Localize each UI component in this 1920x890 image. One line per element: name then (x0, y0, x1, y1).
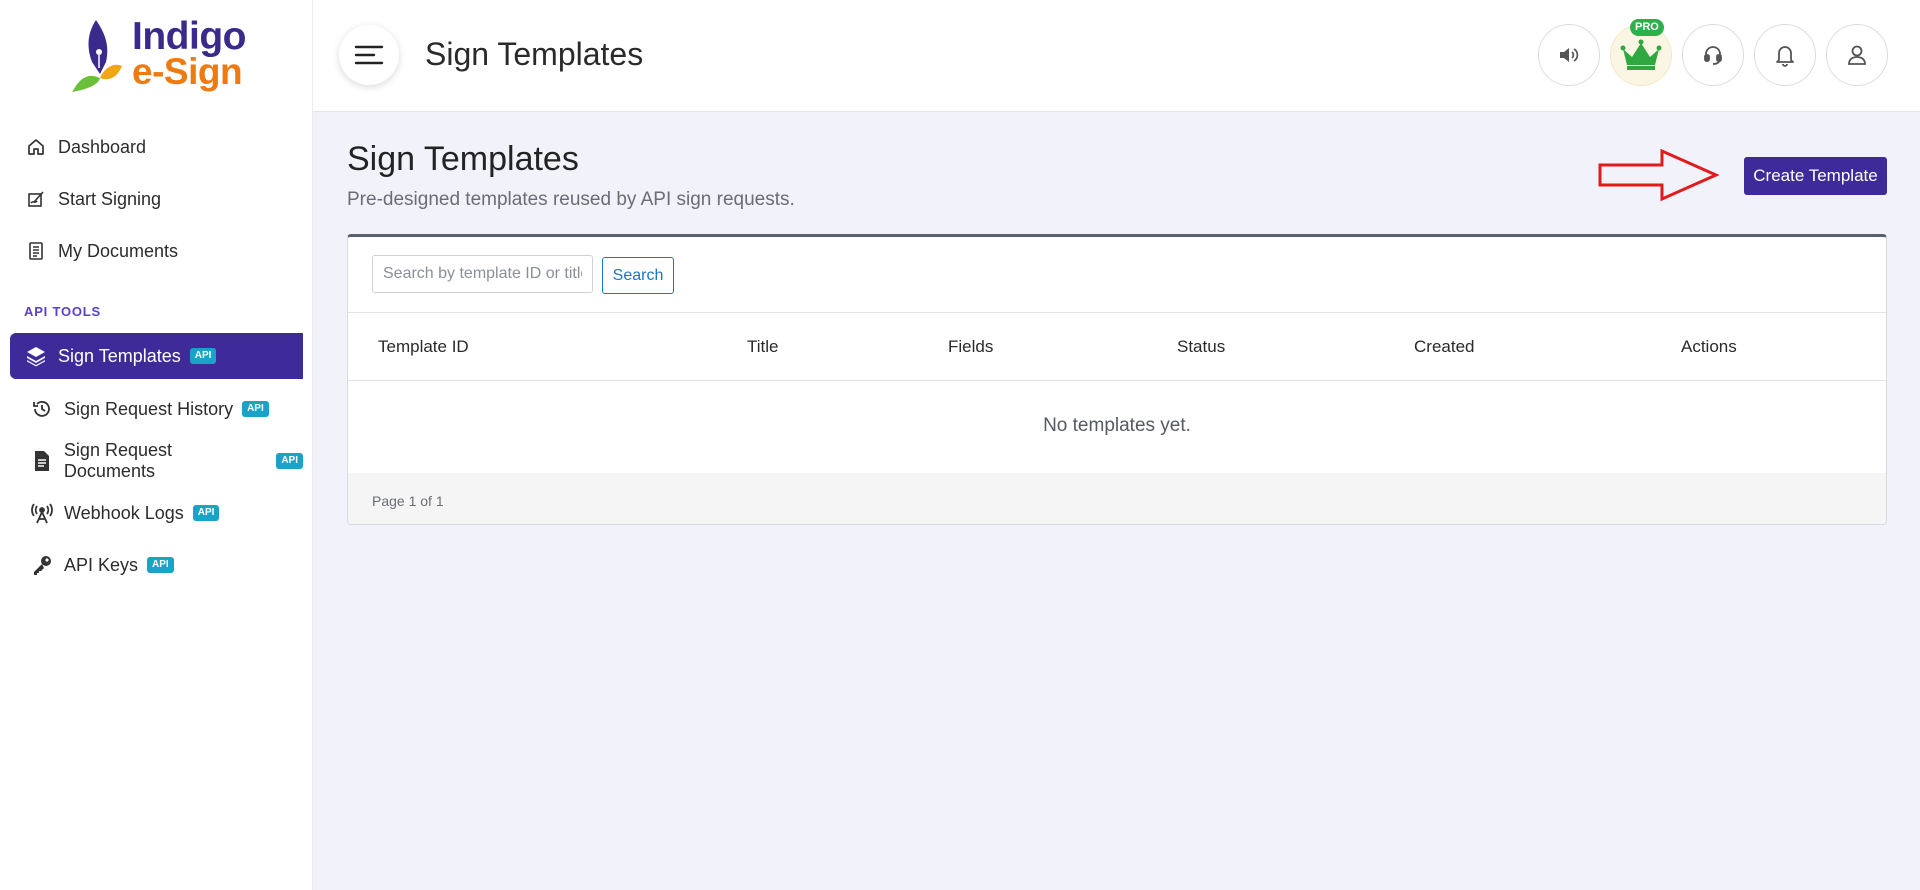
api-badge: API (242, 401, 269, 417)
menu-toggle-button[interactable] (339, 25, 399, 85)
document-icon (24, 239, 48, 263)
column-header-created: Created (1414, 337, 1475, 356)
api-badge: API (189, 348, 217, 364)
create-template-button[interactable]: Create Template (1744, 157, 1887, 195)
api-badge: API (276, 453, 303, 469)
sidebar-item-sign-request-history[interactable]: Sign Request History API (10, 386, 303, 432)
sidebar-item-sign-request-documents[interactable]: Sign Request Documents API (10, 438, 303, 484)
column-header-title: Title (747, 337, 779, 356)
column-header-status: Status (1177, 337, 1226, 356)
headset-icon (1704, 46, 1722, 65)
brand-name-line1: Indigo (132, 15, 246, 58)
api-badge: API (147, 557, 174, 573)
sidebar-item-dashboard[interactable]: Dashboard (10, 124, 303, 170)
upgrade-pro-button[interactable]: PRO (1610, 19, 1672, 86)
sidebar-item-start-signing[interactable]: Start Signing (10, 176, 303, 222)
history-icon (30, 397, 54, 421)
file-icon (30, 449, 54, 473)
sidebar-item-sign-templates[interactable]: Sign Templates API (10, 333, 303, 379)
sidebar-item-label: Sign Request Documents (63, 440, 172, 481)
templates-card: Search Template ID Title Fields Status C… (347, 234, 1887, 525)
key-icon (30, 553, 54, 577)
sidebar-item-my-documents[interactable]: My Documents (10, 228, 303, 274)
support-button[interactable] (1682, 24, 1744, 86)
sidebar-item-label: Start Signing (58, 188, 162, 209)
table-empty-row: No templates yet. (348, 381, 1886, 473)
sidebar-item-label: My Documents (58, 240, 179, 261)
sidebar-item-label: Sign Request History (64, 398, 234, 419)
sign-pen-icon (24, 187, 48, 211)
column-header-template-id: Template ID (378, 337, 469, 356)
home-icon (24, 135, 48, 159)
top-bar: Sign Templates PRO (313, 0, 1920, 112)
pagination-text: Page 1 of 1 (372, 493, 444, 509)
red-arrow-icon (1598, 148, 1720, 202)
search-input[interactable] (372, 255, 593, 293)
pagination-bar: Page 1 of 1 (348, 473, 1886, 524)
sidebar-item-label: Dashboard (58, 136, 147, 157)
announcements-button[interactable] (1538, 24, 1600, 86)
sidebar-item-label: Webhook Logs (64, 502, 184, 523)
sidebar-item-webhook-logs[interactable]: Webhook Logs API (10, 490, 303, 536)
empty-state-text: No templates yet. (1043, 415, 1191, 436)
column-header-actions: Actions (1681, 337, 1737, 356)
topbar-title: Sign Templates (425, 36, 644, 72)
broadcast-icon (30, 501, 54, 525)
profile-button[interactable] (1826, 24, 1888, 86)
pro-badge: PRO (1630, 19, 1664, 36)
sidebar: Indigo e-Sign Dashboard Start Signing My… (0, 0, 313, 890)
pen-leaf-logo-icon (72, 20, 122, 92)
layers-icon (24, 344, 48, 368)
page-subtitle: Pre-designed templates reused by API sig… (347, 189, 795, 210)
brand-logo[interactable]: Indigo e-Sign (70, 16, 250, 96)
volume-icon (1560, 48, 1579, 62)
sidebar-item-api-keys[interactable]: API Keys API (10, 542, 303, 588)
sidebar-item-label: Sign Templates (58, 345, 181, 366)
section-label-api-tools: API TOOLS (24, 304, 102, 319)
hamburger-icon (354, 45, 384, 65)
table-header: Template ID Title Fields Status Created … (348, 312, 1886, 381)
search-button[interactable]: Search (602, 257, 674, 294)
api-badge: API (192, 505, 220, 521)
bell-icon (1776, 46, 1794, 67)
crown-icon (1620, 39, 1662, 70)
user-icon (1848, 45, 1866, 65)
brand-name-line2: e-Sign (132, 51, 243, 92)
sidebar-item-label: API Keys (64, 554, 139, 575)
notifications-button[interactable] (1754, 24, 1816, 86)
column-header-fields: Fields (948, 337, 994, 356)
page-title: Sign Templates (347, 140, 579, 178)
